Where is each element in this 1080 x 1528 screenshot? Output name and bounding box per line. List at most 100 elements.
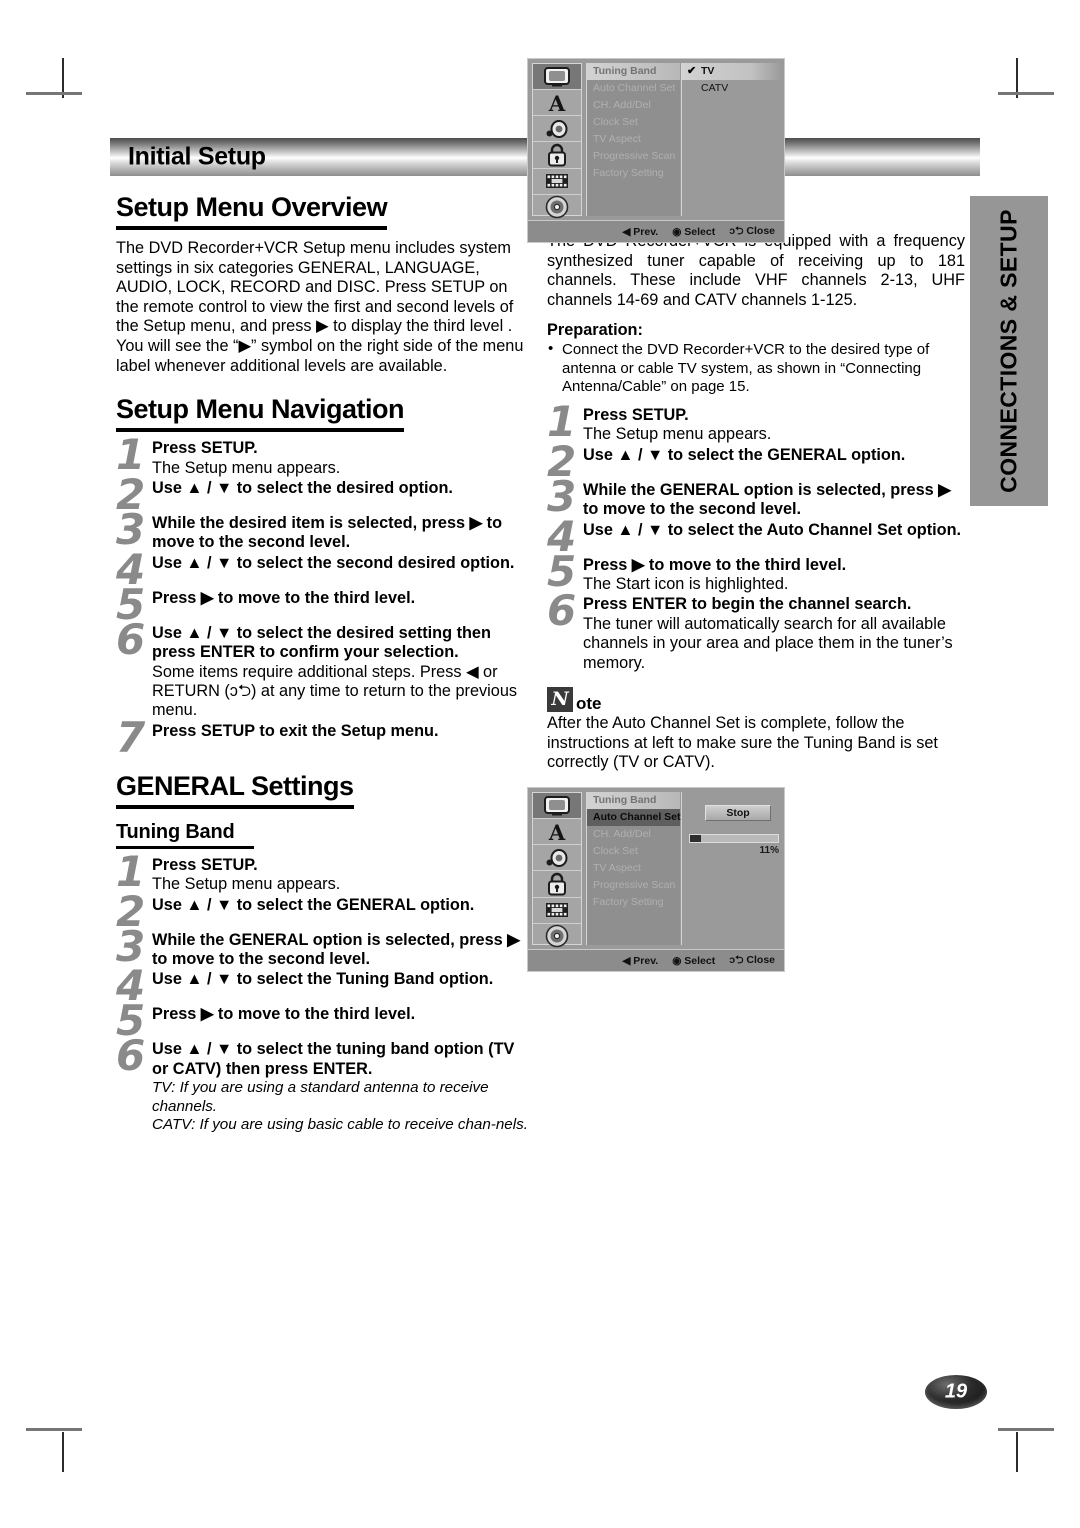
osd-menu-item[interactable]: Progressive Scan [587,148,680,165]
osd-menu-item[interactable]: CH. Add/Del [587,826,680,843]
lock-icon[interactable] [533,142,581,169]
page-title: Initial Setup [128,142,266,171]
osd-status-hint: ◉ Select [672,954,716,967]
heading-setup-menu-overview: Setup Menu Overview [116,192,388,230]
step-item: 5 Press ▶ to move to the third level. [116,583,534,625]
step-item: 3 While the GENERAL option is selected, p… [116,925,534,970]
step-instruction: Use ▲ / ▼ to select the desired option. [152,478,453,497]
disc-icon[interactable] [533,924,581,949]
osd1-options-pane: ✔ TV CATV [681,63,780,216]
tuning-band-steps: 1 Press SETUP. The Setup menu appears. 2 Use… [116,850,534,1135]
osd1-menu-list: Tuning Band Auto Channel Set CH. Add/Del Cl… [586,63,680,216]
step-item: 2 Use ▲ / ▼ to select the GENERAL option. [547,440,965,482]
note-heading: N ote [547,687,965,714]
preparation-heading: Preparation: [547,321,643,340]
step-item: 3 While the desired item is selected, pre… [116,508,534,553]
osd-status-hint: ◀ Prev. [622,954,659,967]
osd-menu-item[interactable]: Tuning Band [587,63,680,80]
step-detail: The Setup menu appears. [152,875,341,894]
step-item: 4 Use ▲ / ▼ to select the Auto Channel Se… [547,515,965,557]
step-instruction: Press ▶ to move to the third level. [152,588,416,607]
heading-tuning-band: Tuning Band [116,821,254,849]
note-text: After the Auto Channel Set is complete, … [547,714,938,772]
step-instruction: Use ▲ / ▼ to select the GENERAL option. [152,895,475,914]
step-item: 1 Press SETUP. The Setup menu appears. [547,400,965,445]
osd-menu-item[interactable]: Auto Channel Set [587,80,680,97]
osd-menu-item[interactable]: Auto Channel Set [587,809,681,826]
page-content: Initial Setup Setup Menu Overview The DV… [110,138,980,1418]
step-detail: The Setup menu appears. [583,425,772,444]
step-item: 6 Use ▲ / ▼ to select the tuning band opt… [116,1035,534,1134]
osd2-progress-percent: 11% [759,845,779,856]
crop-mark-bottom-left-horizontal [26,1428,82,1431]
record-icon[interactable] [533,898,581,924]
step-detail: Some items require additional steps. Pre… [152,662,518,720]
lock-icon[interactable] [533,871,581,898]
step-item: 2 Use ▲ / ▼ to select the desired option. [116,473,534,515]
step-instruction: Press ▶ to move to the third level. [583,555,847,574]
check-icon: ✔ [687,65,697,77]
osd-menu-item[interactable]: TV Aspect [587,860,680,877]
osd-menu-item[interactable]: CH. Add/Del [587,97,680,114]
osd-menu-item[interactable]: Factory Setting [587,894,680,911]
crop-mark-top-right-horizontal [998,92,1054,95]
step-number: 6 [116,1031,146,1081]
step-note: TV: If you are using a standard antenna … [152,1079,489,1115]
tv-icon[interactable] [533,793,581,820]
heading-general-settings: GENERAL Settings [116,771,354,809]
step-item: 6 Press ENTER to begin the channel search… [547,590,965,673]
crop-mark-top-left-horizontal [26,92,82,95]
step-instruction: Use ▲ / ▼ to select the Tuning Band opti… [152,970,494,989]
step-instruction: Use ▲ / ▼ to select the second desired o… [152,553,515,572]
crop-mark-bottom-right-vertical [1016,1432,1018,1472]
section-tab-connections-and-setup: CONNECTIONS & SETUP [970,196,1048,506]
tv-icon[interactable] [533,64,581,91]
osd2-progress-fill [690,835,701,842]
osd2-stop-button[interactable]: Stop [705,805,771,821]
step-instruction: Press ▶ to move to the third level. [152,1005,416,1024]
osd-menu-item[interactable]: Factory Setting [587,165,680,182]
step-instruction: Press SETUP. [152,439,258,458]
step-item: 7 Press SETUP to exit the Setup menu. [116,716,534,758]
setup-menu-navigation-steps: 1 Press SETUP. The Setup menu appears. 2 Use… [116,434,534,759]
left-column: Setup Menu Overview The DVD Recorder+VCR… [116,192,534,1135]
step-item: 5 Press ▶ to move to the third level. The … [547,550,965,595]
language-icon[interactable]: A [533,90,581,117]
step-item: 2 Use ▲ / ▼ to select the GENERAL option. [116,890,534,932]
preparation-item: Connect the DVD Recorder+VCR to the desi… [547,340,965,396]
step-item: 5 Press ▶ to move to the third level. [116,1000,534,1042]
step-number: 7 [116,712,146,762]
note-label: ote [576,694,602,714]
step-instruction: Press SETUP. [152,855,258,874]
osd-status-hint: ◀ Prev. [622,225,659,238]
osd-menu-item[interactable]: Progressive Scan [587,877,680,894]
disc-icon[interactable] [533,195,581,220]
language-icon[interactable]: A [533,819,581,846]
record-icon[interactable] [533,169,581,195]
step-item: 4 Use ▲ / ▼ to select the Tuning Band opt… [116,965,534,1007]
audio-icon[interactable] [533,845,581,872]
osd-option-item[interactable]: CATV [682,80,780,97]
osd-status-hint: ɔ⮌ Close [729,224,775,237]
audio-icon[interactable] [533,116,581,143]
step-detail: The Setup menu appears. [152,458,341,477]
osd-menu-item[interactable]: Clock Set [587,114,680,131]
step-instruction: Use ▲ / ▼ to select the desired setting … [152,623,491,662]
step-instruction: While the desired item is selected, pres… [152,513,503,552]
osd2-progress-pane: Stop 11% [681,792,780,945]
step-detail: The Start icon is highlighted. [583,575,789,594]
osd-menu-item[interactable]: TV Aspect [587,131,680,148]
osd1-icon-rail: A [532,63,582,219]
step-number: 6 [547,586,577,636]
osd2-status-bar: ◀ Prev. ◉ Select ɔ⮌ Close [528,949,784,971]
osd-option-item[interactable]: ✔ TV [682,63,780,80]
osd2-body: A Tuning Band Auto Channel Set CH. Add/Del… [528,788,784,949]
step-instruction: Press ENTER to begin the channel search. [583,595,912,614]
note-badge-icon: N [547,687,573,713]
osd-menu-item[interactable]: Clock Set [587,843,680,860]
step-number: 6 [116,614,146,664]
step-item: 1 Press SETUP. The Setup menu appears. [116,850,534,895]
step-instruction: Press SETUP to exit the Setup menu. [152,721,439,740]
osd1-status-bar: ◀ Prev. ◉ Select ɔ⮌ Close [528,220,784,242]
osd-menu-item[interactable]: Tuning Band [587,792,680,809]
